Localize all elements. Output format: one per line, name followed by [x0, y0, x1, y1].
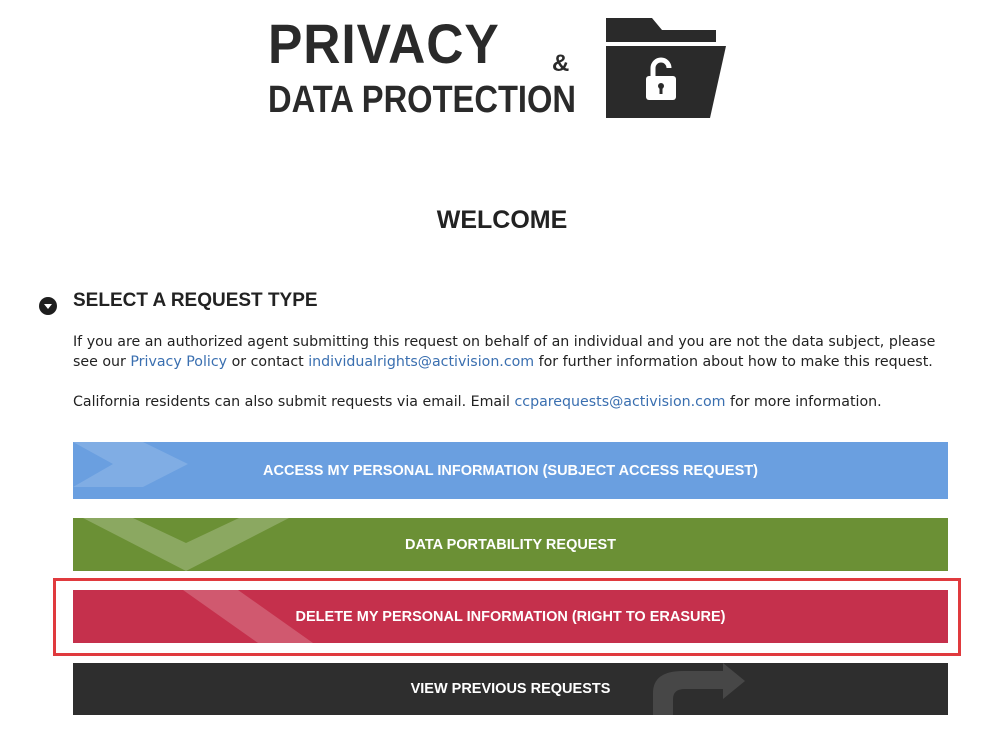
view-previous-requests-button[interactable]: VIEW PREVIOUS REQUESTS: [73, 663, 948, 715]
notice-text-b: or contact: [227, 354, 309, 370]
logo-ampersand: &: [552, 50, 570, 77]
california-notice: California residents can also submit req…: [73, 392, 953, 412]
view-previous-requests-label: VIEW PREVIOUS REQUESTS: [410, 681, 611, 697]
individualrights-email-link[interactable]: individualrights@activision.com: [308, 354, 534, 370]
data-portability-button[interactable]: DATA PORTABILITY REQUEST: [73, 518, 948, 571]
delete-information-label: DELETE MY PERSONAL INFORMATION (RIGHT TO…: [295, 608, 726, 625]
california-text-a: California residents can also submit req…: [73, 394, 515, 410]
privacy-logo: PRIVACY & DATA PROTECTION: [268, 14, 728, 120]
logo-title: PRIVACY: [268, 12, 500, 75]
chevron-down-circle-icon[interactable]: [39, 297, 57, 315]
page-title: WELCOME: [436, 206, 568, 234]
privacy-policy-link[interactable]: Privacy Policy: [130, 354, 227, 370]
access-request-button[interactable]: ACCESS MY PERSONAL INFORMATION (SUBJECT …: [73, 442, 948, 499]
access-request-label: ACCESS MY PERSONAL INFORMATION (SUBJECT …: [263, 462, 758, 479]
ccparequests-email-link[interactable]: ccparequests@activision.com: [514, 394, 725, 410]
delete-information-button[interactable]: DELETE MY PERSONAL INFORMATION (RIGHT TO…: [73, 590, 948, 643]
notice-text-c: for further information about how to mak…: [534, 354, 933, 370]
folder-lock-icon: [606, 18, 726, 118]
data-portability-label: DATA PORTABILITY REQUEST: [404, 536, 617, 553]
logo-subtitle: DATA PROTECTION: [268, 79, 577, 121]
authorized-agent-notice: If you are an authorized agent submittin…: [73, 332, 953, 372]
california-text-b: for more information.: [725, 394, 882, 410]
section-title: SELECT A REQUEST TYPE: [73, 290, 318, 311]
